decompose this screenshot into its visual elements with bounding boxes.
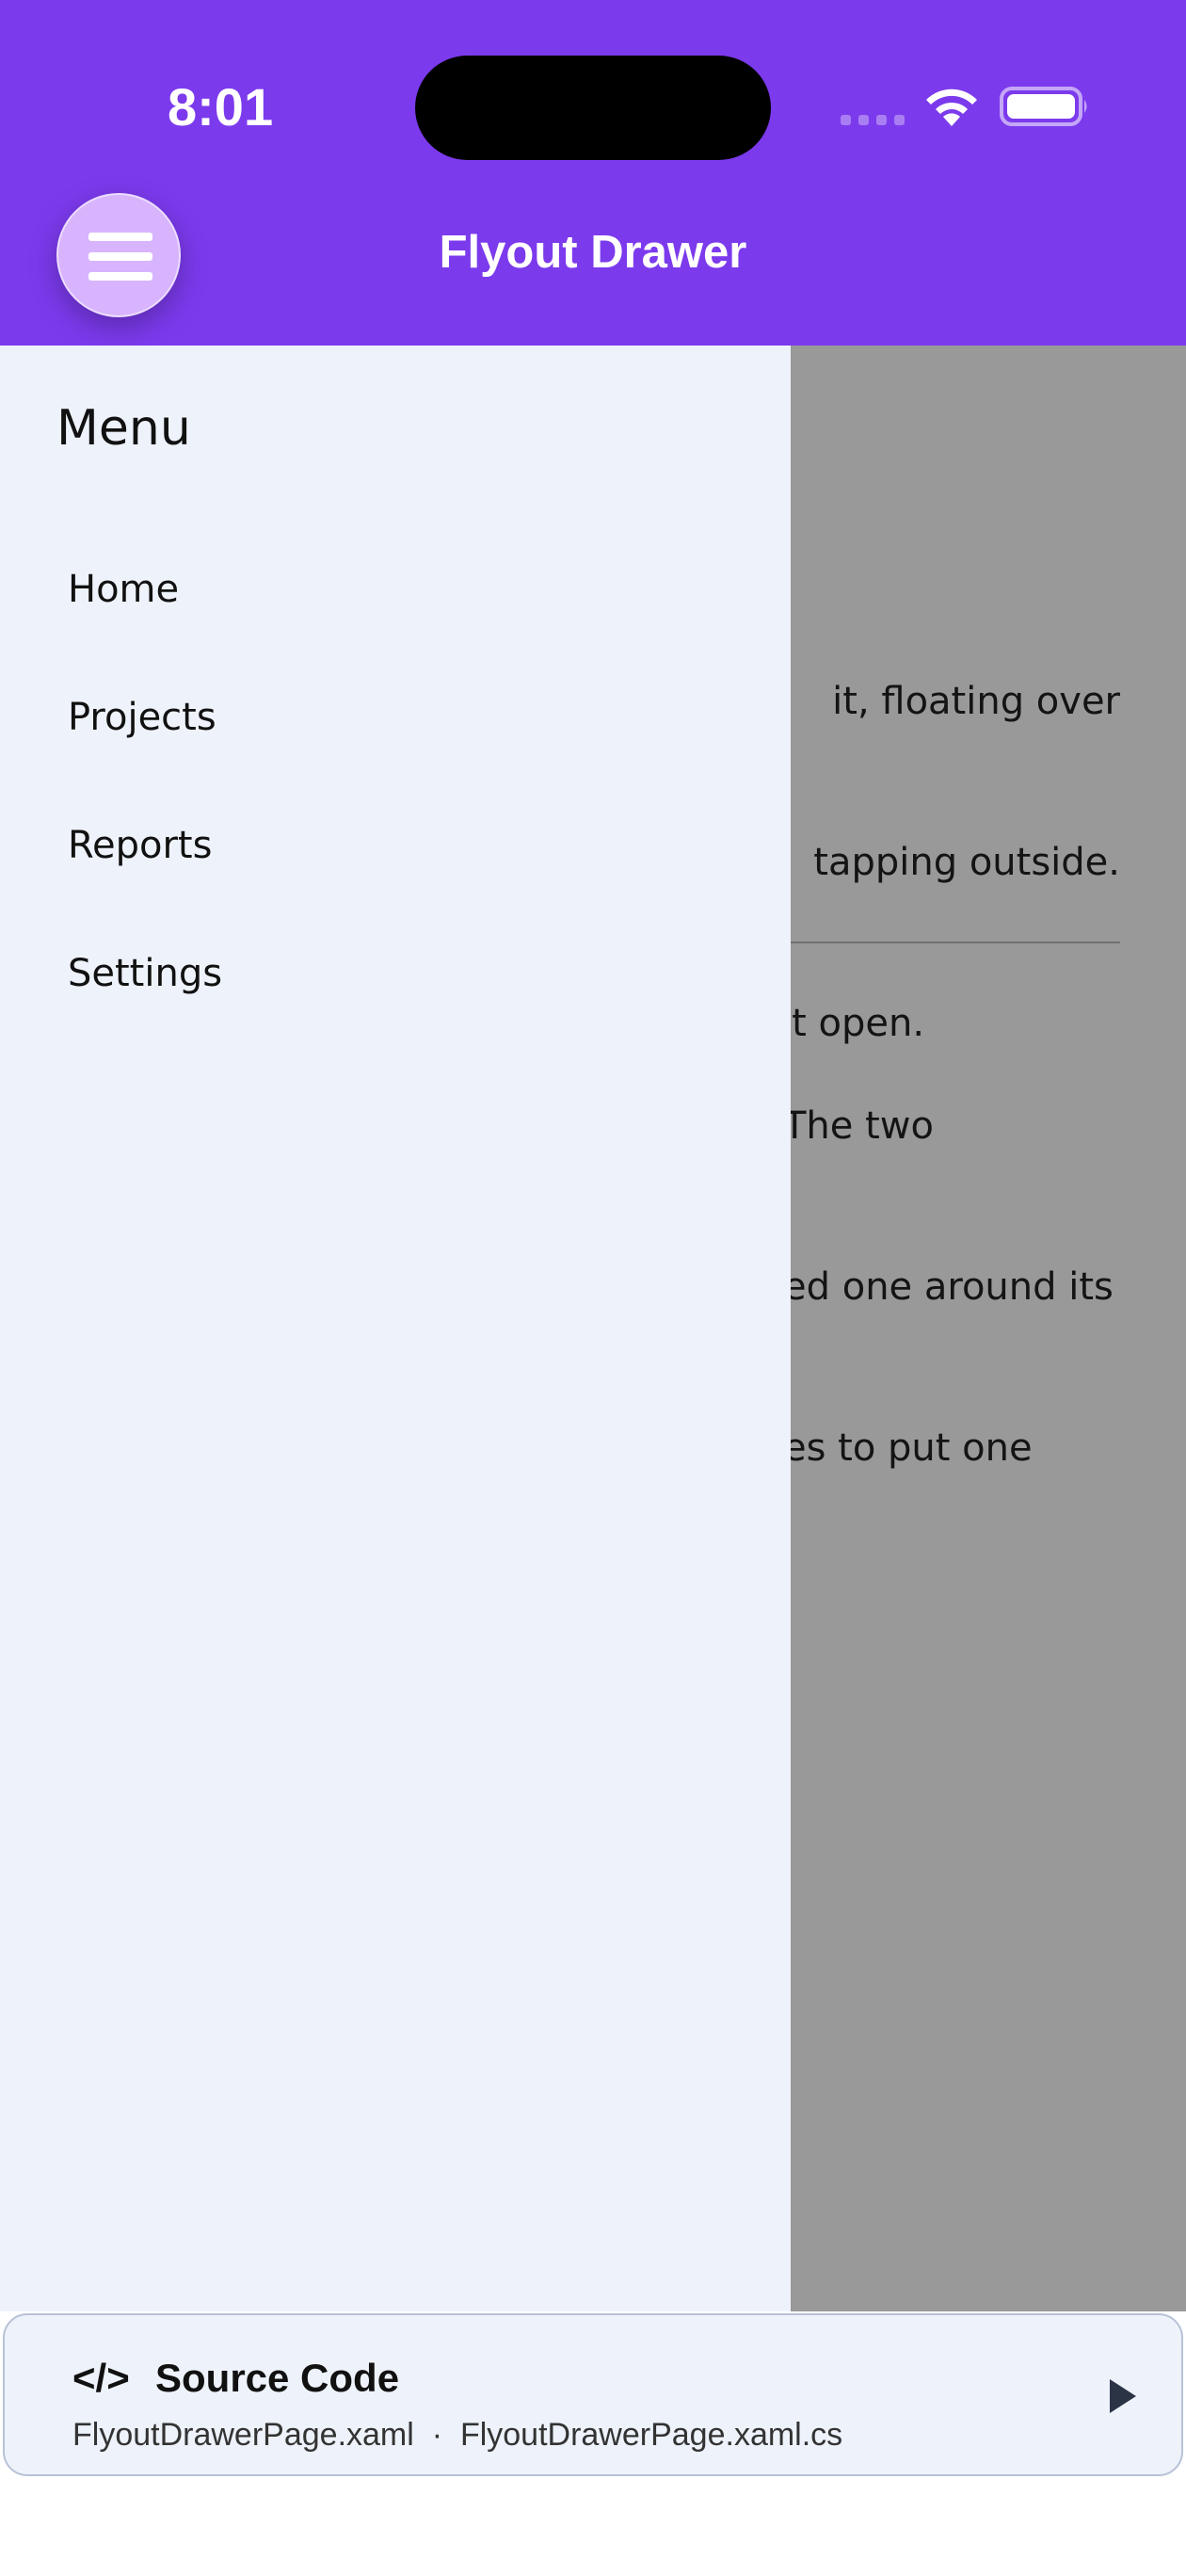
source-code-title: Source Code <box>155 2356 400 2400</box>
drawer-item-projects[interactable]: Projects <box>68 666 727 769</box>
dynamic-island <box>415 56 771 160</box>
source-file-cs: FlyoutDrawerPage.xaml.cs <box>459 2417 843 2453</box>
code-icon: </> <box>72 2356 130 2400</box>
status-time: 8:01 <box>168 77 274 137</box>
play-triangle-icon <box>1110 2379 1136 2413</box>
page-title: Flyout Drawer <box>439 227 747 278</box>
source-file-xaml: FlyoutDrawerPage.xaml <box>72 2417 414 2453</box>
flyout-drawer: Menu Home Projects Reports Settings <box>0 346 791 2311</box>
battery-icon <box>1000 87 1087 126</box>
cellular-signal-icon <box>841 115 906 126</box>
drawer-item-home[interactable]: Home <box>68 538 727 641</box>
app-header: 8:01 Flyout Drawer <box>0 0 1186 346</box>
drawer-item-settings[interactable]: Settings <box>68 922 727 1025</box>
source-files: FlyoutDrawerPage.xaml · FlyoutDrawerPage… <box>72 2415 842 2455</box>
wifi-icon <box>926 89 977 126</box>
drawer-title: Menu <box>56 400 191 457</box>
drawer-item-reports[interactable]: Reports <box>68 794 727 897</box>
source-code-card[interactable]: </> Source Code FlyoutDrawerPage.xaml · … <box>3 2313 1183 2476</box>
file-separator: · <box>431 2417 443 2453</box>
